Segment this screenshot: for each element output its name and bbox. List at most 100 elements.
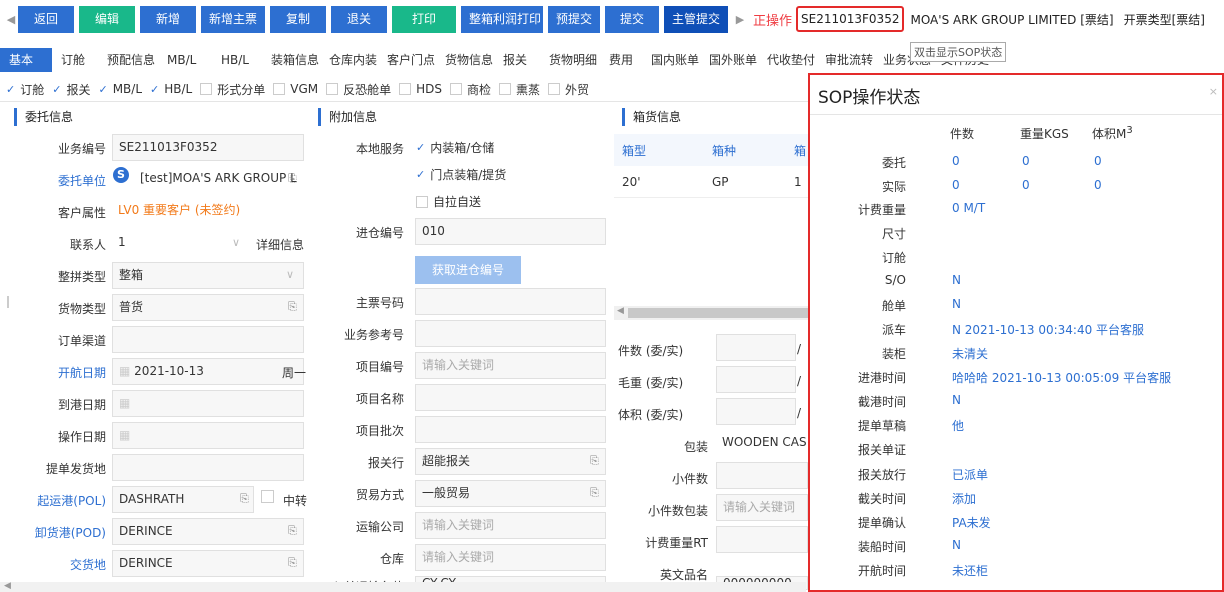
master-no-field[interactable]	[415, 288, 606, 315]
sop-value[interactable]: N	[952, 538, 961, 552]
tab-goods[interactable]: 货物信息	[436, 48, 494, 72]
print-button[interactable]: 打印	[392, 5, 456, 33]
checkbox[interactable]	[273, 83, 286, 95]
col-kind[interactable]: 箱种	[704, 142, 794, 159]
sop-value[interactable]: 他	[952, 417, 964, 434]
small-pieces-field[interactable]	[716, 462, 808, 489]
sop-value[interactable]: N	[952, 297, 961, 311]
pre-submit-button[interactable]: 预提交	[548, 5, 600, 33]
check-inspection-label[interactable]: 商检	[467, 81, 491, 98]
toolbar-right-arrow-icon[interactable]: ▶	[733, 13, 747, 26]
table-scrollbar[interactable]: ◀	[614, 306, 814, 320]
sop-value[interactable]: N	[952, 273, 961, 287]
copy-icon[interactable]: ⎘	[288, 556, 297, 570]
sop-value[interactable]: 0	[1094, 154, 1102, 168]
check-icon[interactable]: ✓	[416, 168, 425, 181]
tab-hbl[interactable]: HB/L	[212, 48, 262, 72]
delivery-field[interactable]: DERINCE	[112, 550, 304, 577]
back-button[interactable]: 返回	[18, 5, 74, 33]
goods-type-field[interactable]: 普货	[112, 294, 304, 321]
contact-detail-link[interactable]: 详细信息	[256, 236, 304, 253]
add-button[interactable]: 新增	[140, 5, 196, 33]
check-icon[interactable]: ✓	[52, 83, 61, 96]
scroll-thumb[interactable]	[628, 308, 814, 318]
ref-no-field[interactable]	[415, 320, 606, 347]
doc-number[interactable]: SE211013F0352	[796, 6, 905, 32]
sop-value[interactable]: 0 M/T	[952, 201, 985, 215]
check-form-label[interactable]: 形式分单	[217, 81, 265, 98]
check-manifest-label[interactable]: 反恐舱单	[343, 81, 391, 98]
trade-mode-field[interactable]: 一般贸易	[415, 480, 606, 507]
tab-foreign-bill[interactable]: 国外账单	[700, 48, 758, 72]
check-customs-label[interactable]: 报关	[66, 81, 90, 98]
sop-value[interactable]: 未还柜	[952, 562, 988, 579]
sop-value[interactable]: 0	[1022, 154, 1030, 168]
copy-icon[interactable]: ⎘	[288, 524, 297, 538]
broker-field[interactable]: 超能报关	[415, 448, 606, 475]
sop-value[interactable]: 哈哈哈 2021-10-13 00:05:09 平台客服	[952, 369, 1171, 386]
tab-approval[interactable]: 审批流转	[816, 48, 874, 72]
resize-grip[interactable]	[7, 296, 9, 308]
small-pkg-field[interactable]: 请输入关键词	[716, 494, 808, 521]
checkbox[interactable]	[416, 195, 428, 208]
chevron-down-icon[interactable]: ∨	[286, 268, 294, 281]
delivery-label[interactable]: 交货地	[20, 556, 106, 573]
volume-field[interactable]	[716, 398, 796, 425]
tab-warehouse[interactable]: 仓库内装	[320, 48, 378, 72]
arrival-date-field[interactable]: ▦	[112, 390, 304, 417]
col-type[interactable]: 箱型	[614, 142, 704, 159]
pol-field[interactable]: DASHRATH	[112, 486, 254, 513]
bottom-scrollbar[interactable]: ◀	[0, 581, 806, 592]
sop-value[interactable]: PA未发	[952, 514, 991, 531]
pieces-field[interactable]	[716, 334, 796, 361]
checkbox[interactable]	[499, 83, 512, 95]
copy-icon[interactable]: ⎘	[590, 454, 599, 468]
copy-icon[interactable]: ⎘	[240, 492, 249, 506]
get-warehouse-no-button[interactable]: 获取进仓编号	[415, 256, 521, 284]
sop-value[interactable]: 0	[952, 178, 960, 192]
copy-icon[interactable]: ⎘	[288, 172, 297, 186]
transport-field[interactable]: 请输入关键词	[415, 512, 606, 539]
check-icon[interactable]: ✓	[6, 83, 15, 96]
transfer-checkbox[interactable]	[261, 490, 274, 503]
service-packing-label[interactable]: 内装箱/仓储	[430, 139, 494, 156]
project-batch-field[interactable]	[415, 416, 606, 443]
check-fumigation-label[interactable]: 熏蒸	[516, 81, 540, 98]
checkbox[interactable]	[326, 83, 339, 95]
package-field[interactable]: WOODEN CAS	[716, 430, 808, 457]
check-icon[interactable]: ✓	[98, 83, 107, 96]
project-name-field[interactable]	[415, 384, 606, 411]
check-vgm-label[interactable]: VGM	[290, 82, 318, 96]
load-type-select[interactable]: 整箱	[112, 262, 304, 289]
pol-label[interactable]: 起运港(POL)	[20, 492, 106, 509]
tab-goods-detail[interactable]: 货物明细	[540, 48, 600, 72]
copy-icon[interactable]: ⎘	[288, 300, 297, 314]
check-booking-label[interactable]: 订舱	[20, 81, 44, 98]
copy-icon[interactable]: ⎘	[590, 486, 599, 500]
sop-value[interactable]: 0	[1022, 178, 1030, 192]
check-hds-label[interactable]: HDS	[416, 82, 442, 96]
submit-button[interactable]: 提交	[605, 5, 659, 33]
check-foreign-trade-label[interactable]: 外贸	[565, 81, 589, 98]
checkbox[interactable]	[548, 83, 561, 95]
contact-select[interactable]: 1	[112, 230, 252, 257]
warehouse-no-field[interactable]: 010	[415, 218, 606, 245]
checkbox[interactable]	[399, 83, 412, 95]
bl-place-field[interactable]	[112, 454, 304, 481]
sop-value[interactable]: 已派单	[952, 466, 988, 483]
pod-field[interactable]: DERINCE	[112, 518, 304, 545]
tab-basic[interactable]: 基本	[0, 48, 52, 72]
tab-door[interactable]: 客户门点	[378, 48, 436, 72]
project-no-field[interactable]: 请输入关键词	[415, 352, 606, 379]
copy-button[interactable]: 复制	[270, 5, 326, 33]
tab-advance[interactable]: 代收垫付	[758, 48, 816, 72]
weight-field[interactable]	[716, 366, 796, 393]
edit-button[interactable]: 编辑	[79, 5, 135, 33]
checkbox[interactable]	[200, 83, 213, 95]
sail-date-label[interactable]: 开航日期	[20, 364, 106, 381]
scroll-left-icon[interactable]: ◀	[4, 581, 11, 591]
client-label[interactable]: 委托单位	[20, 172, 106, 189]
tab-fees[interactable]: 费用	[600, 48, 642, 72]
profit-print-button[interactable]: 整箱利润打印	[461, 5, 543, 33]
checkbox[interactable]	[450, 83, 463, 95]
